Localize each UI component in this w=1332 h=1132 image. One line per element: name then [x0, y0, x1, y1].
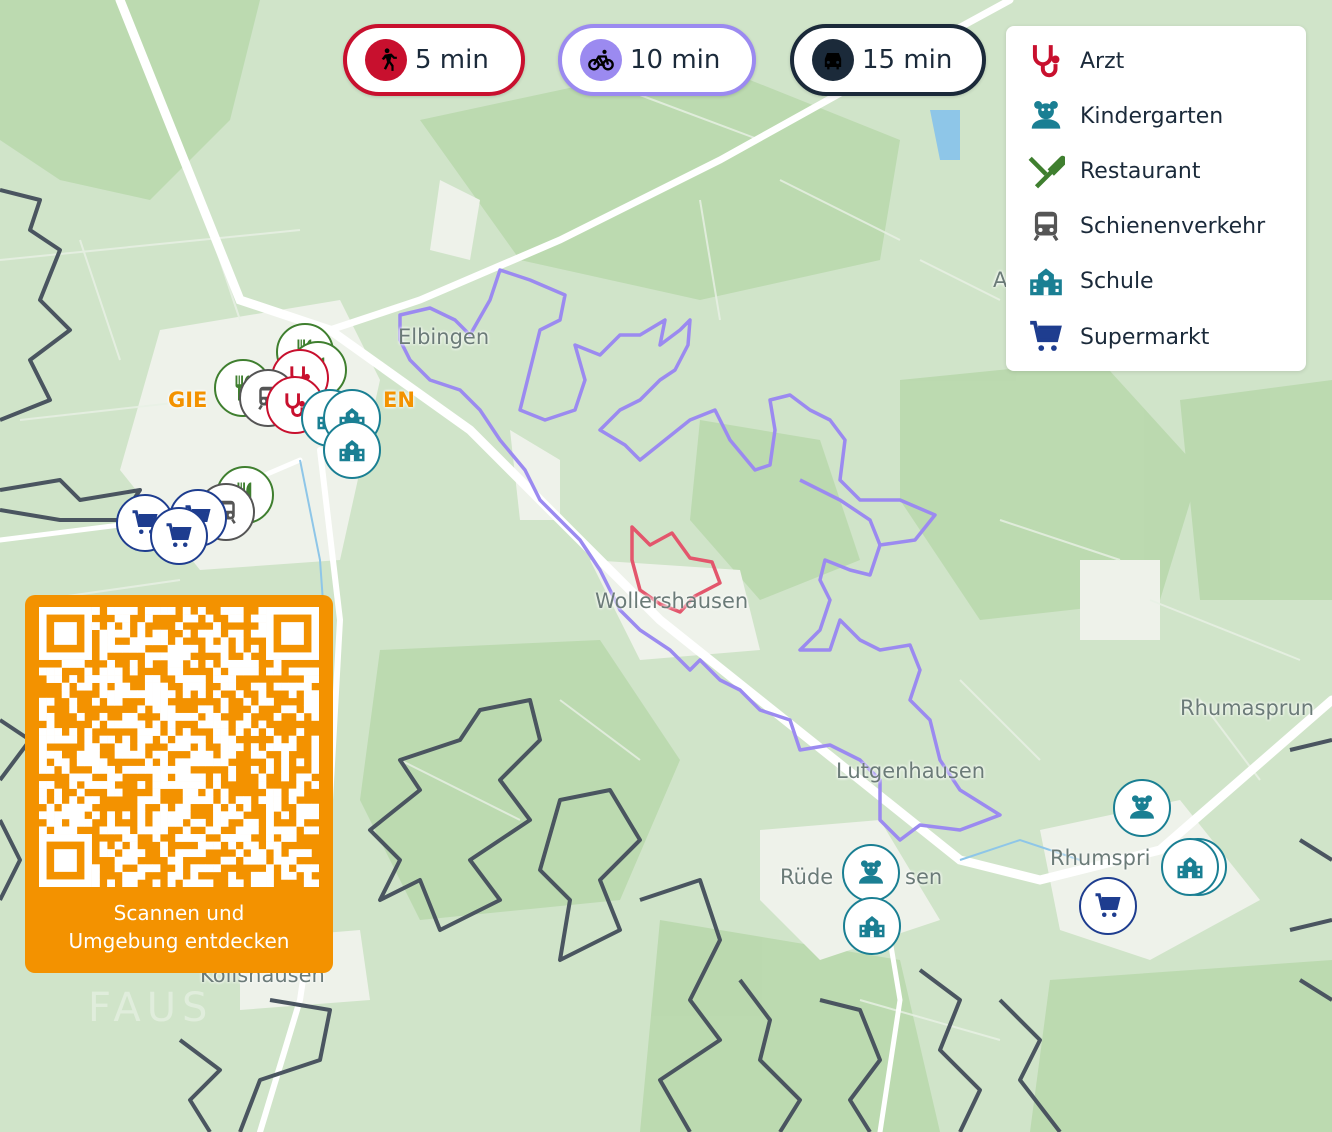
shopping-cart-icon: [1095, 893, 1121, 917]
stethoscope-icon: [1026, 41, 1066, 81]
legend-label: Schienenverkehr: [1080, 213, 1266, 239]
legend-label: Arzt: [1080, 48, 1125, 74]
qr-caption-line2: Umgebung entdecken: [68, 929, 290, 953]
bicycle-icon: [580, 39, 622, 81]
school-icon: [1177, 857, 1203, 879]
train-icon: [1026, 206, 1066, 246]
poi-legend: Arzt Kindergarten Restaurant Schienenver…: [1006, 26, 1306, 371]
school-marker[interactable]: [1161, 838, 1219, 896]
walking-icon: [365, 39, 407, 81]
legend-item-arzt[interactable]: Arzt: [1026, 41, 1124, 81]
car-icon: [812, 39, 854, 81]
place-label-giebold-start: GIE: [168, 388, 208, 412]
legend-item-restaurant[interactable]: Restaurant: [1026, 151, 1200, 191]
car-15min-filter[interactable]: 15 min: [790, 24, 986, 96]
legend-item-schienenverkehr[interactable]: Schienenverkehr: [1026, 206, 1265, 246]
school-icon: [859, 916, 885, 938]
bike-10min-filter[interactable]: 10 min: [558, 24, 756, 96]
place-label-lutgenhausen: Lutgenhausen: [836, 759, 986, 783]
fork-knife-icon: [1026, 151, 1066, 191]
legend-label: Kindergarten: [1080, 103, 1224, 129]
car-15min-label: 15 min: [862, 45, 953, 75]
kindergarten-marker[interactable]: [842, 844, 900, 902]
school-icon: [339, 440, 365, 462]
place-label-rude-end: sen: [905, 865, 943, 889]
teddy-bear-icon: [1130, 795, 1154, 819]
place-label-rhumaspr: Rhumasprun: [1180, 696, 1315, 720]
kindergarten-marker[interactable]: [1113, 779, 1171, 837]
walk-5min-label: 5 min: [415, 45, 489, 75]
place-label-rude-start: Rüde: [780, 865, 834, 889]
place-label-giebold-end: EN: [383, 388, 415, 412]
qr-caption-line1: Scannen und: [113, 901, 245, 925]
shopping-cart-icon: [1026, 317, 1066, 357]
legend-item-schule[interactable]: Schule: [1026, 261, 1154, 301]
supermarket-marker[interactable]: [1079, 877, 1137, 935]
watermark-logo: FAUS: [88, 985, 214, 1031]
school-icon: [1026, 261, 1066, 301]
shopping-cart-icon: [166, 523, 192, 547]
school-marker[interactable]: [323, 421, 381, 479]
teddy-bear-icon: [1026, 96, 1066, 136]
place-label-rhumspr: Rhumspri: [1050, 846, 1151, 870]
legend-label: Restaurant: [1080, 158, 1201, 184]
place-label-wollershausen: Wollershausen: [595, 589, 749, 613]
place-label-elbingen: Elbingen: [398, 325, 490, 349]
walk-5min-filter[interactable]: 5 min: [343, 24, 525, 96]
teddy-bear-icon: [859, 860, 883, 884]
bike-10min-label: 10 min: [630, 45, 721, 75]
qr-code-image: [39, 607, 319, 887]
supermarket-marker[interactable]: [150, 507, 208, 565]
qr-caption: Scannen und Umgebung entdecken: [25, 899, 333, 955]
legend-item-supermarkt[interactable]: Supermarkt: [1026, 317, 1209, 357]
school-marker[interactable]: [843, 897, 901, 955]
legend-label: Schule: [1080, 268, 1154, 294]
qr-code-card[interactable]: Scannen und Umgebung entdecken: [25, 595, 333, 973]
legend-label: Supermarkt: [1080, 324, 1210, 350]
legend-item-kindergarten[interactable]: Kindergarten: [1026, 96, 1223, 136]
